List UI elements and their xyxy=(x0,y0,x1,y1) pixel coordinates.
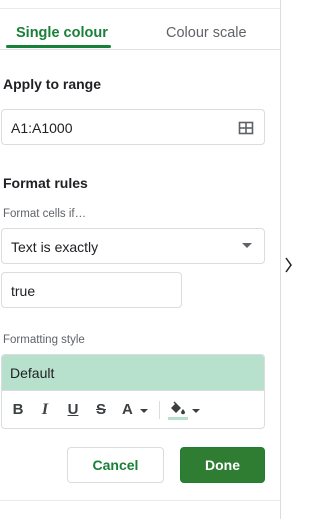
apply-to-range-title: Apply to range xyxy=(3,76,102,92)
style-toolbar: B I U S A xyxy=(2,390,264,428)
grid-icon[interactable] xyxy=(238,120,254,136)
value-text: true xyxy=(11,283,36,299)
fill-color-swatch xyxy=(168,417,188,420)
style-preset-select[interactable]: Default xyxy=(2,355,264,390)
condition-label: Format cells if… xyxy=(3,208,87,220)
text-color-icon: A xyxy=(122,401,133,418)
tabs-divider xyxy=(0,49,280,50)
condition-select[interactable]: Text is exactly xyxy=(1,228,265,264)
formatting-style-box: Default B I U S A xyxy=(1,354,265,429)
strikethrough-button[interactable]: S xyxy=(93,400,109,420)
toolbar-divider xyxy=(159,401,160,419)
tab-single-colour[interactable]: Single colour xyxy=(16,24,108,42)
active-tab-indicator xyxy=(6,45,111,48)
condition-value: Text is exactly xyxy=(11,239,99,255)
bottom-divider xyxy=(0,500,280,501)
tab-colour-scale[interactable]: Colour scale xyxy=(166,24,247,42)
italic-button[interactable]: I xyxy=(37,400,53,420)
fill-color-button[interactable] xyxy=(165,400,203,420)
cancel-button[interactable]: Cancel xyxy=(67,447,164,483)
bold-button[interactable]: B xyxy=(10,400,26,420)
style-preset-value: Default xyxy=(10,365,55,381)
top-divider xyxy=(0,8,280,9)
conditional-format-panel: Single colour Colour scale Apply to rang… xyxy=(0,0,281,519)
format-tabs: Single colour Colour scale xyxy=(0,12,280,50)
chevron-down-icon xyxy=(192,409,200,413)
chevron-down-icon xyxy=(242,243,252,248)
range-value: A1:A1000 xyxy=(11,120,73,136)
done-button[interactable]: Done xyxy=(180,447,265,483)
underline-button[interactable]: U xyxy=(65,400,81,420)
text-color-button[interactable]: A xyxy=(120,400,154,420)
formatting-style-label: Formatting style xyxy=(3,334,85,346)
format-rules-title: Format rules xyxy=(3,175,88,191)
value-input[interactable]: true xyxy=(1,272,182,308)
range-input[interactable]: A1:A1000 xyxy=(1,109,265,145)
chevron-down-icon xyxy=(140,409,148,413)
resize-cursor-icon xyxy=(285,257,292,273)
paint-bucket-icon xyxy=(171,401,185,415)
